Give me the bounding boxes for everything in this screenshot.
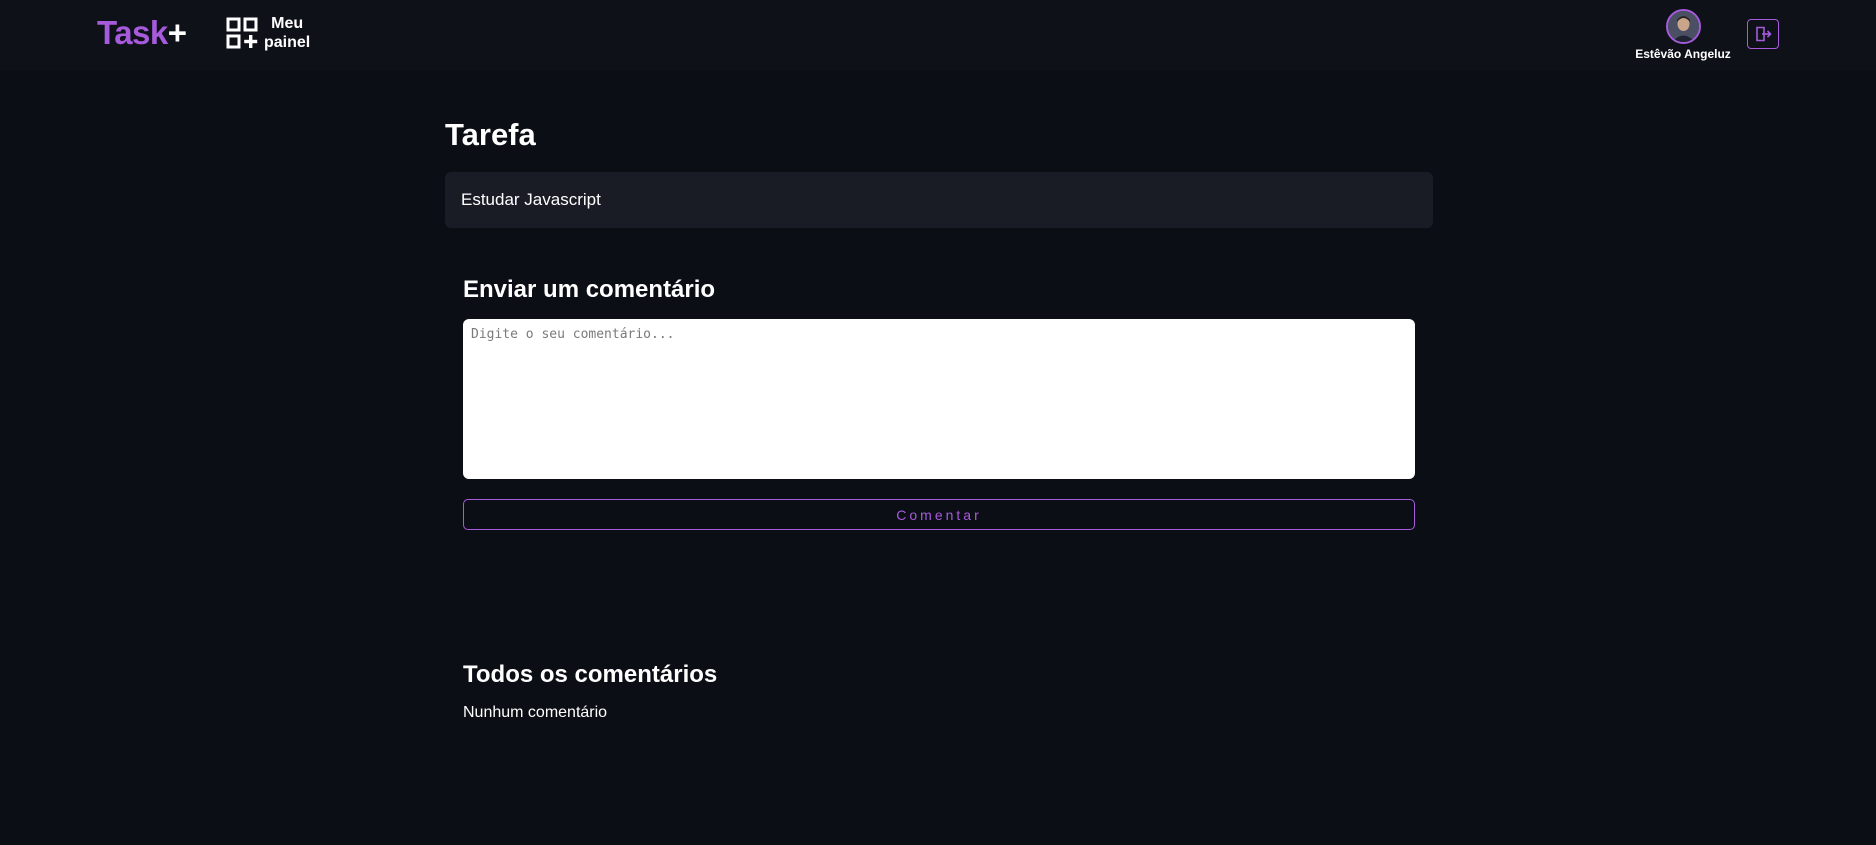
- task-box: Estudar Javascript: [445, 172, 1433, 228]
- top-navbar: Task+ Meu painel Estêvão Angeluz: [0, 0, 1876, 71]
- logout-icon: [1756, 26, 1772, 42]
- user-profile[interactable]: Estêvão Angeluz: [1630, 9, 1736, 61]
- grid-plus-icon: [226, 17, 258, 48]
- all-comments-heading: Todos os comentários: [463, 661, 718, 688]
- avatar-image: [1667, 11, 1699, 42]
- empty-comments-message: Nunhum comentário: [463, 704, 608, 721]
- my-panel-label: Meu painel: [264, 14, 310, 52]
- my-panel-label-line1: Meu: [271, 15, 304, 32]
- my-panel-label-line2: painel: [264, 34, 311, 51]
- avatar[interactable]: [1665, 9, 1701, 44]
- comment-form-heading: Enviar um comentário: [463, 276, 716, 303]
- page-title: Tarefa: [445, 117, 536, 152]
- user-name: Estêvão Angeluz: [1635, 47, 1731, 61]
- logo-text: Task: [97, 14, 168, 51]
- logo[interactable]: Task+: [97, 14, 187, 52]
- logout-button[interactable]: [1747, 19, 1779, 49]
- comment-submit-button[interactable]: Comentar: [463, 499, 1415, 530]
- comment-input[interactable]: [463, 319, 1415, 479]
- logo-plus: +: [167, 14, 187, 51]
- task-text: Estudar Javascript: [461, 190, 601, 209]
- my-panel-link[interactable]: Meu painel: [226, 14, 310, 52]
